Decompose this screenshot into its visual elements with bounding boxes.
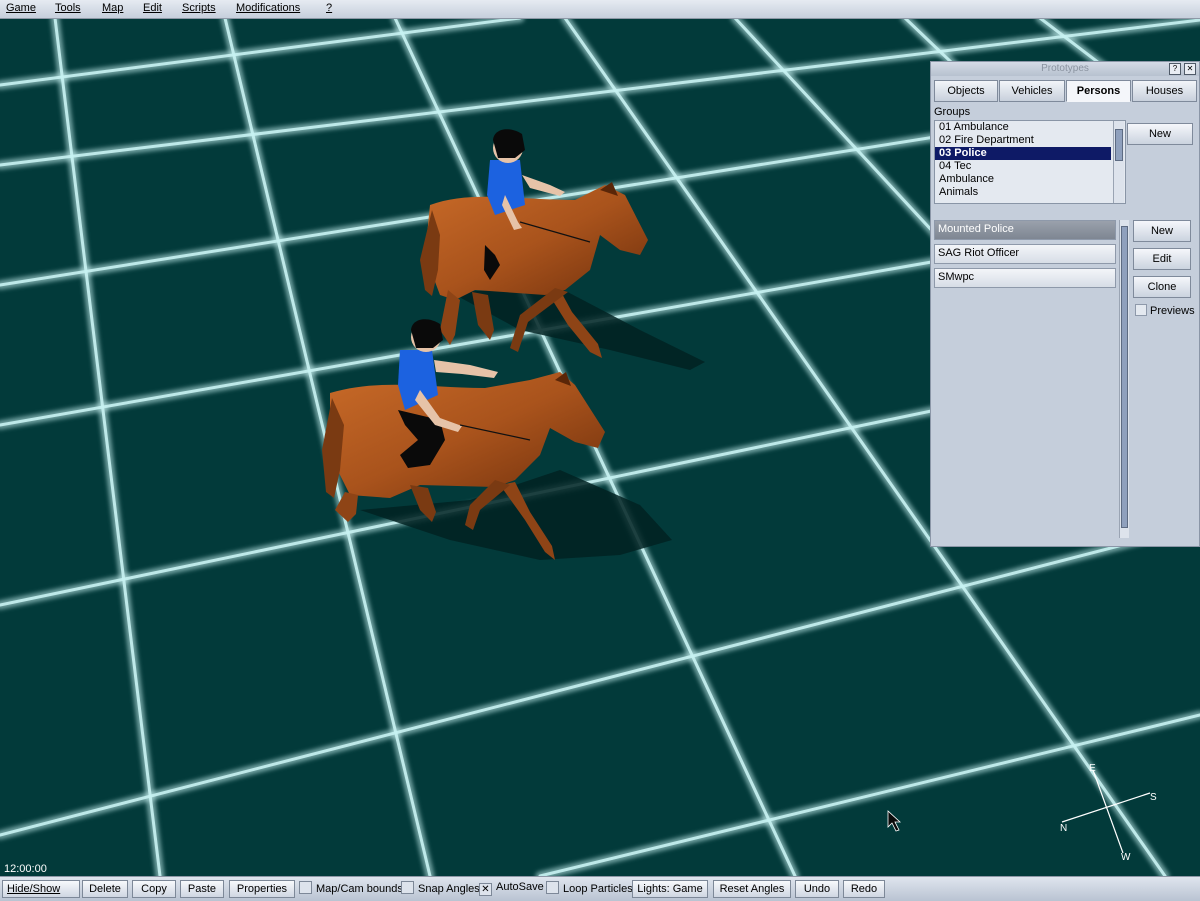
prototypes-scrollbar[interactable] [1119, 220, 1129, 538]
loop-particles-box[interactable] [546, 881, 559, 894]
group-item[interactable]: Ambulance [935, 173, 1125, 186]
map-cam-bounds-box[interactable] [299, 881, 312, 894]
menu-map[interactable]: Map [102, 2, 123, 14]
group-item-selected[interactable]: 03 Police [935, 147, 1111, 160]
previews-checkbox[interactable]: Previews [1135, 304, 1195, 317]
hide-show-button[interactable]: Hide/Show [2, 880, 80, 898]
snap-angles-checkbox[interactable]: Snap Angles [401, 881, 480, 897]
groups-scrollbar[interactable] [1113, 121, 1124, 203]
menu-modifications[interactable]: Modifications [236, 2, 300, 14]
clone-button[interactable]: Clone [1133, 276, 1191, 298]
lights-button[interactable]: Lights: Game [632, 880, 708, 898]
autosave-label: AutoSave [496, 881, 544, 893]
prototype-item[interactable]: SMwpc [934, 268, 1116, 288]
autosave-checkbox[interactable]: ✕ AutoSave [479, 881, 544, 897]
delete-button[interactable]: Delete [82, 880, 128, 898]
snap-angles-label: Snap Angles [418, 883, 480, 895]
copy-button[interactable]: Copy [132, 880, 176, 898]
menu-edit[interactable]: Edit [143, 2, 162, 14]
prototype-item[interactable]: SAG Riot Officer [934, 244, 1116, 264]
map-cam-bounds-label: Map/Cam bounds [316, 883, 403, 895]
compass-label-s: S [1150, 792, 1157, 803]
edit-button[interactable]: Edit [1133, 248, 1191, 270]
menu-game[interactable]: Game [6, 2, 36, 14]
groups-list[interactable]: 01 Ambulance 02 Fire Department 03 Polic… [934, 120, 1126, 204]
loop-particles-checkbox[interactable]: Loop Particles [546, 881, 633, 897]
reset-angles-button[interactable]: Reset Angles [713, 880, 791, 898]
groups-label: Groups [934, 106, 971, 118]
undo-button[interactable]: Undo [795, 880, 839, 898]
tab-houses[interactable]: Houses [1132, 80, 1197, 102]
properties-button[interactable]: Properties [229, 880, 295, 898]
new-prototype-button[interactable]: New [1133, 220, 1191, 242]
group-item[interactable]: Animals [935, 186, 1125, 199]
loop-particles-label: Loop Particles [563, 883, 633, 895]
map-cam-bounds-checkbox[interactable]: Map/Cam bounds [299, 881, 403, 897]
menu-scripts[interactable]: Scripts [182, 2, 216, 14]
tab-objects[interactable]: Objects [934, 80, 998, 102]
bottom-toolbar: Hide/Show Delete Copy Paste Properties M… [0, 876, 1200, 901]
group-item[interactable]: 04 Tec [935, 160, 1125, 173]
redo-button[interactable]: Redo [843, 880, 885, 898]
close-button[interactable]: ✕ [1184, 63, 1196, 75]
group-item[interactable]: 01 Ambulance [935, 121, 1125, 134]
help-button[interactable]: ? [1169, 63, 1181, 75]
groups-scroll-thumb[interactable] [1115, 129, 1123, 161]
compass-label-e: E [1089, 763, 1096, 774]
paste-button[interactable]: Paste [180, 880, 224, 898]
menu-help[interactable]: ? [326, 2, 332, 14]
compass-label-w: W [1121, 852, 1131, 863]
previews-checkbox-box[interactable] [1135, 304, 1147, 316]
tab-vehicles[interactable]: Vehicles [999, 80, 1065, 102]
panel-title: Prototypes [931, 62, 1199, 76]
game-clock: 12:00:00 [4, 863, 47, 875]
menu-tools[interactable]: Tools [55, 2, 81, 14]
previews-label: Previews [1150, 305, 1195, 317]
autosave-check-icon[interactable]: ✕ [479, 883, 492, 896]
menu-bar: Game Tools Map Edit Scripts Modification… [0, 0, 1200, 19]
group-item[interactable]: 02 Fire Department [935, 134, 1125, 147]
snap-angles-box[interactable] [401, 881, 414, 894]
prototypes-panel: Prototypes ? ✕ Objects Vehicles Persons … [930, 61, 1200, 547]
close-icon: ✕ [1186, 64, 1194, 73]
prototype-item-selected[interactable]: Mounted Police [934, 220, 1116, 240]
compass-label-n: N [1060, 823, 1067, 834]
tab-persons[interactable]: Persons [1066, 80, 1131, 102]
prototypes-scroll-thumb[interactable] [1121, 226, 1128, 528]
new-group-button[interactable]: New [1127, 123, 1193, 145]
